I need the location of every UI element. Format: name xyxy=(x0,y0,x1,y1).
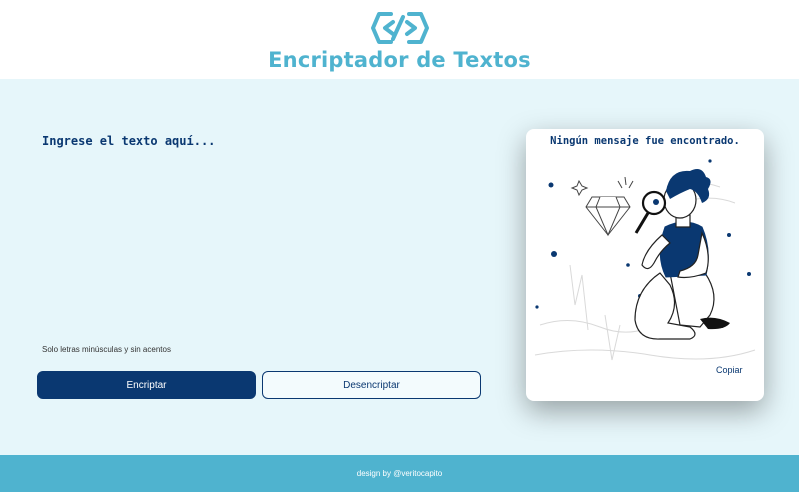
footer: design by @veritocapito xyxy=(0,455,799,492)
output-panel: Ningún mensaje fue encontrado. Copiar xyxy=(526,129,764,401)
encrypt-button[interactable]: Encriptar xyxy=(37,371,256,399)
footer-credit: design by @veritocapito xyxy=(356,469,443,478)
page-title: Encriptador de Textos xyxy=(268,48,531,72)
input-hint: Solo letras minúsculas y sin acentos xyxy=(42,345,171,354)
text-input[interactable] xyxy=(36,128,488,340)
code-brackets-logo-icon xyxy=(371,12,429,44)
header: Encriptador de Textos xyxy=(0,0,799,79)
empty-message: Ningún mensaje fue encontrado. xyxy=(550,135,740,147)
person-with-magnifier-illustration xyxy=(534,159,756,361)
copy-button[interactable]: Copiar xyxy=(716,365,743,375)
decrypt-button[interactable]: Desencriptar xyxy=(262,371,481,399)
